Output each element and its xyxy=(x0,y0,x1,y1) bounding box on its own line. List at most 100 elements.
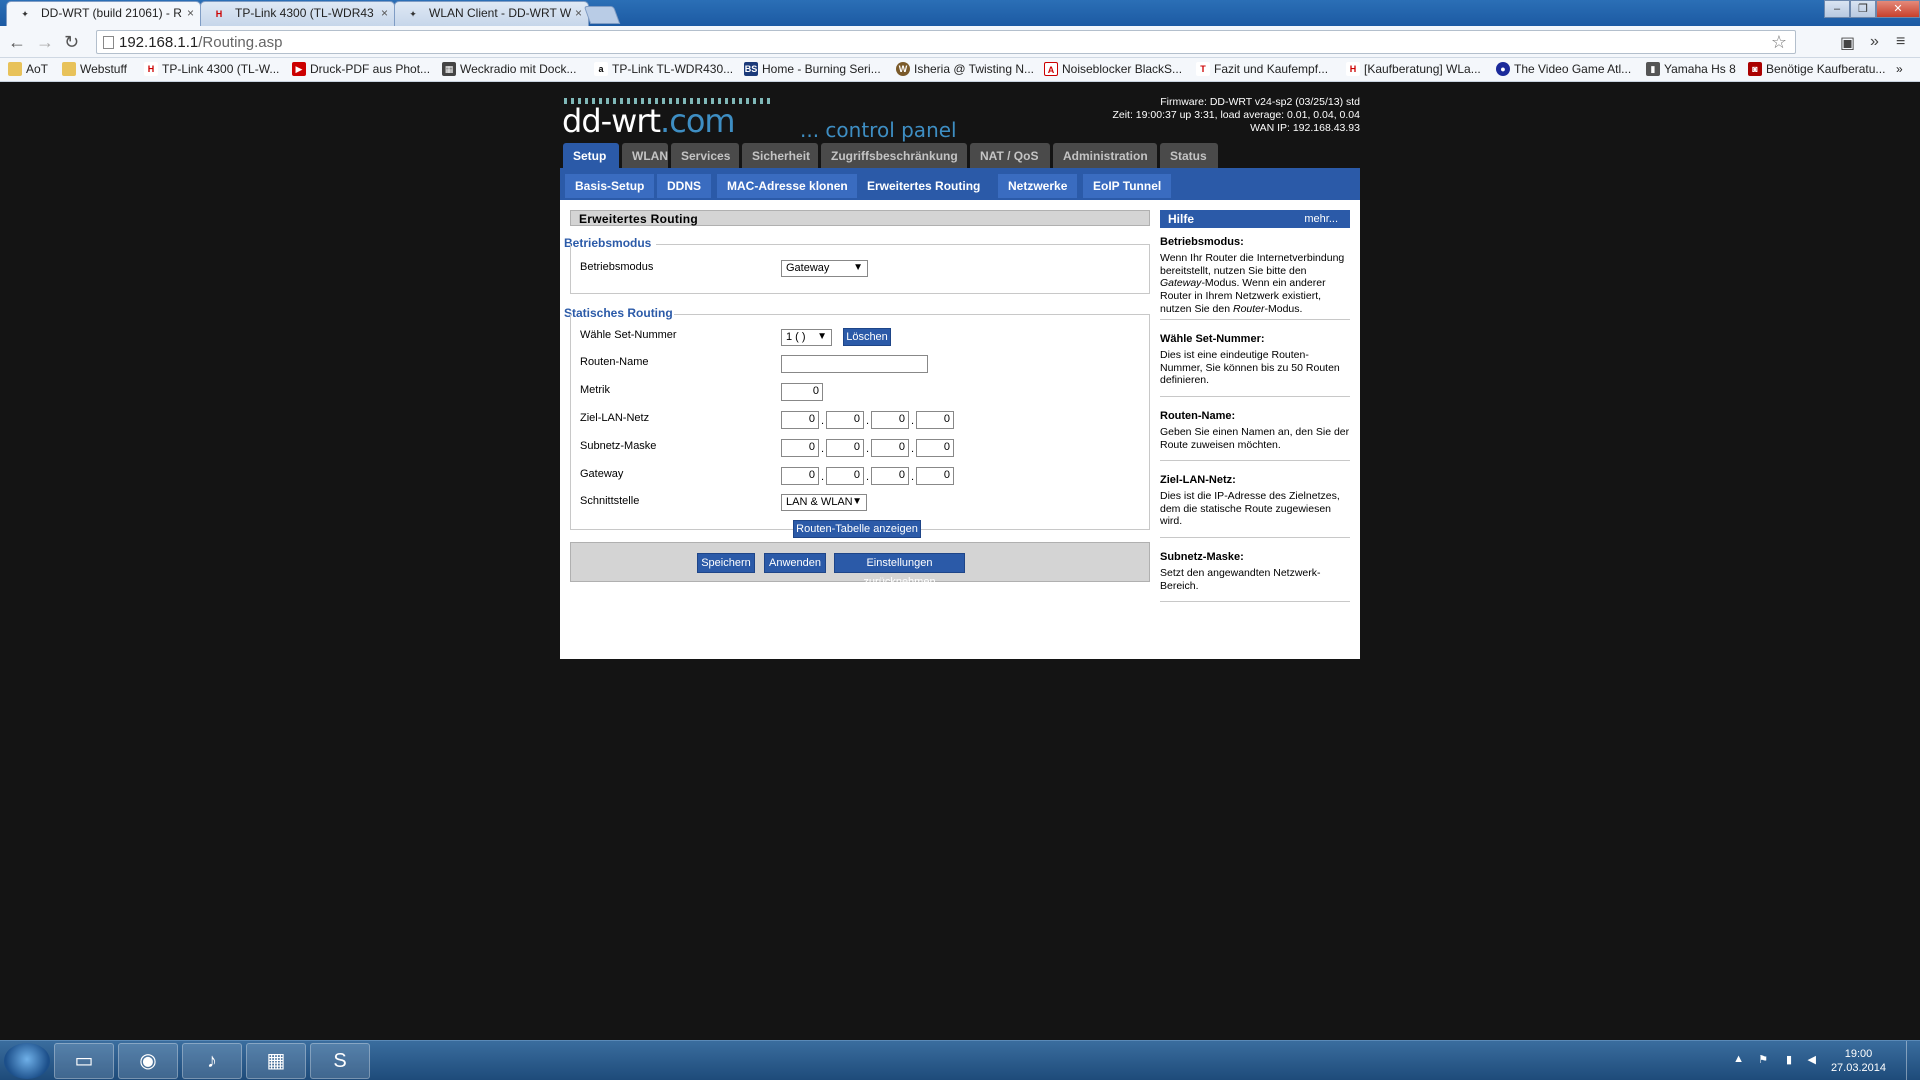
bookmark-item[interactable]: BS Home - Burning Seri... xyxy=(744,62,881,76)
bookmark-item[interactable]: ● The Video Game Atl... xyxy=(1496,62,1631,76)
forward-icon[interactable]: → xyxy=(36,32,54,52)
volume-icon[interactable]: ◀ xyxy=(1808,1053,1816,1066)
dest-octet-4[interactable]: 0 xyxy=(916,411,954,429)
close-window-button[interactable]: ✕ xyxy=(1876,0,1920,18)
help-more-link[interactable]: mehr... xyxy=(1304,213,1338,225)
ip-separator: . xyxy=(821,415,825,427)
action-center-icon[interactable]: ⚑ xyxy=(1758,1053,1768,1066)
subtab-basis-setup[interactable]: Basis-Setup xyxy=(565,174,655,198)
mode-select[interactable]: Gateway ▼ xyxy=(781,260,868,277)
gateway-octet-4[interactable]: 0 xyxy=(916,467,954,485)
help-section-title: Ziel-LAN-Netz: xyxy=(1160,474,1236,486)
tab-ddwrt-routing[interactable]: ✦ DD-WRT (build 21061) - R × xyxy=(6,1,201,27)
interface-select[interactable]: LAN & WLAN ▼ xyxy=(781,494,867,511)
reload-icon[interactable]: ↻ xyxy=(64,32,79,52)
mask-octet-1[interactable]: 0 xyxy=(781,439,819,457)
windows-start-icon[interactable] xyxy=(4,1043,50,1079)
taskbar: ▭ ◉ ♪ ▦ S ▲ ⚑ ▮ ◀ 19:00 27.03.2014 xyxy=(0,1040,1920,1080)
dest-octet-2[interactable]: 0 xyxy=(826,411,864,429)
route-name-input[interactable] xyxy=(781,355,928,373)
help-section-title: Betriebsmodus: xyxy=(1160,236,1244,248)
mask-octet-4[interactable]: 0 xyxy=(916,439,954,457)
menu-icon[interactable]: ≡ xyxy=(1896,33,1905,51)
tab-zugriffsbeschraenkung[interactable]: Zugriffsbeschränkung xyxy=(821,143,967,169)
tab-nat-qos[interactable]: NAT / QoS xyxy=(970,143,1050,169)
help-section-subnet-mask: Subnetz-Maske: Setzt den angewandten Net… xyxy=(1160,551,1350,602)
chrome-icon[interactable]: ◉ xyxy=(118,1043,178,1079)
help-section-set-number: Wähle Set-Nummer: Dies ist eine eindeuti… xyxy=(1160,333,1350,397)
delete-button[interactable]: Löschen xyxy=(843,328,891,346)
tab-administration[interactable]: Administration xyxy=(1053,143,1157,169)
tab-setup[interactable]: Setup xyxy=(563,143,619,169)
ip-separator: . xyxy=(911,443,915,455)
subtab-mac-klonen[interactable]: MAC-Adresse klonen xyxy=(717,174,858,198)
bookmark-item[interactable]: Webstuff xyxy=(62,62,127,76)
heise-icon: H xyxy=(215,9,223,19)
tab-services[interactable]: Services xyxy=(671,143,739,169)
maximize-button[interactable]: ❐ xyxy=(1850,0,1876,18)
more-bookmarks-button[interactable]: » xyxy=(1896,62,1903,76)
tab-status[interactable]: Status xyxy=(1160,143,1218,169)
bookmark-item[interactable]: W Isheria @ Twisting N... xyxy=(896,62,1034,76)
bookmark-item[interactable]: a TP-Link TL-WDR430... xyxy=(594,62,733,76)
set-number-select[interactable]: 1 ( ) ▼ xyxy=(781,329,832,346)
dest-octet-1[interactable]: 0 xyxy=(781,411,819,429)
bookmark-item[interactable]: A Noiseblocker BlackS... xyxy=(1044,62,1182,76)
gateway-octet-2[interactable]: 0 xyxy=(826,467,864,485)
show-desktop-button[interactable] xyxy=(1906,1041,1920,1080)
apply-button[interactable]: Anwenden xyxy=(764,553,826,573)
close-tab-icon[interactable]: × xyxy=(381,6,388,20)
network-icon[interactable]: ▮ xyxy=(1786,1053,1792,1066)
address-bar[interactable]: 192.168.1.1/Routing.asp ☆ xyxy=(96,30,1796,54)
mask-octet-2[interactable]: 0 xyxy=(826,439,864,457)
close-tab-icon[interactable]: × xyxy=(187,6,194,20)
file-explorer-icon[interactable]: ▭ xyxy=(54,1043,114,1079)
bookmark-item[interactable]: ▶ Druck-PDF aus Phot... xyxy=(292,62,430,76)
metric-input[interactable]: 0 xyxy=(781,383,823,401)
tab-sicherheit[interactable]: Sicherheit xyxy=(742,143,818,169)
subtab-erweitertes-routing[interactable]: Erweitertes Routing xyxy=(857,174,991,198)
interface-select-value: LAN & WLAN xyxy=(786,496,853,508)
bookmark-item[interactable]: H [Kaufberatung] WLa... xyxy=(1346,62,1481,76)
new-tab-button[interactable] xyxy=(583,6,621,24)
more-extensions-icon[interactable]: » xyxy=(1870,33,1879,51)
show-routing-table-button[interactable]: Routen-Tabelle anzeigen xyxy=(793,520,921,538)
tab-tp-link[interactable]: H TP-Link 4300 (TL-WDR43 × xyxy=(200,1,395,26)
extension-icon[interactable]: ▣ xyxy=(1840,33,1855,53)
site-icon: W xyxy=(896,62,910,76)
chevron-down-icon: ▼ xyxy=(853,262,863,273)
tab-wlan-client[interactable]: ✦ WLAN Client - DD-WRT W × xyxy=(394,1,589,26)
gateway-label: Gateway xyxy=(580,468,624,480)
bookmark-item[interactable]: H TP-Link 4300 (TL-W... xyxy=(144,62,279,76)
bookmark-item[interactable]: ◙ Benötige Kaufberatu... xyxy=(1748,62,1885,76)
amazon-icon: a xyxy=(594,62,608,76)
tab-label: WLAN Client - DD-WRT W xyxy=(429,6,572,20)
dest-octet-3[interactable]: 0 xyxy=(871,411,909,429)
bookmark-star-icon[interactable]: ☆ xyxy=(1771,32,1787,53)
gateway-octet-3[interactable]: 0 xyxy=(871,467,909,485)
bookmark-item[interactable]: AoT xyxy=(8,62,48,76)
browser-tab-strip: ✦ DD-WRT (build 21061) - R × H TP-Link 4… xyxy=(0,0,1920,27)
save-button[interactable]: Speichern xyxy=(697,553,755,573)
control-panel-icon[interactable]: ▦ xyxy=(246,1043,306,1079)
back-icon[interactable]: ← xyxy=(8,32,26,52)
set-number-label: Wähle Set-Nummer xyxy=(580,329,677,341)
minimize-button[interactable]: – xyxy=(1824,0,1850,18)
bookmark-item[interactable]: ▦ Weckradio mit Dock... xyxy=(442,62,576,76)
mask-octet-3[interactable]: 0 xyxy=(871,439,909,457)
show-hidden-icons-icon[interactable]: ▲ xyxy=(1733,1053,1744,1065)
reset-settings-button[interactable]: Einstellungen zurücknehmen xyxy=(834,553,965,588)
gateway-octet-1[interactable]: 0 xyxy=(781,467,819,485)
bookmark-item[interactable]: T Fazit und Kaufempf... xyxy=(1196,62,1328,76)
taskbar-clock[interactable]: 19:00 27.03.2014 xyxy=(1831,1047,1886,1075)
mode-label: Betriebsmodus xyxy=(580,261,654,273)
skype-icon[interactable]: S xyxy=(310,1043,370,1079)
subtab-netzwerke[interactable]: Netzwerke xyxy=(998,174,1078,198)
itunes-icon[interactable]: ♪ xyxy=(182,1043,242,1079)
tab-wlan[interactable]: WLAN xyxy=(622,143,668,169)
close-tab-icon[interactable]: × xyxy=(575,6,582,20)
action-bar: Speichern Anwenden Einstellungen zurückn… xyxy=(570,542,1150,588)
subtab-ddns[interactable]: DDNS xyxy=(657,174,712,198)
subtab-eoip-tunnel[interactable]: EoIP Tunnel xyxy=(1083,174,1172,198)
bookmark-item[interactable]: ▮ Yamaha Hs 8 xyxy=(1646,62,1736,76)
